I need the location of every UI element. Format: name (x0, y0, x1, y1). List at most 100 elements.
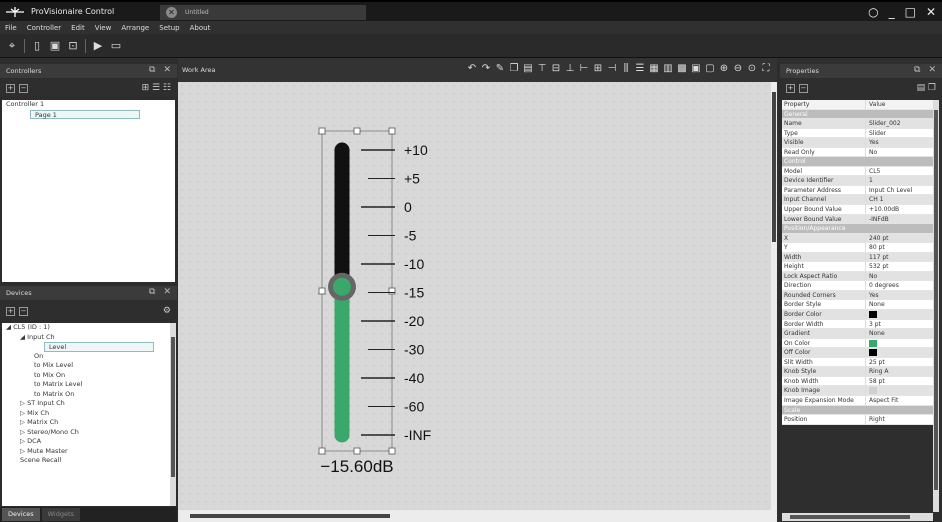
device-tree-item[interactable]: to Matrix On (2, 390, 170, 400)
resize-handle[interactable] (318, 127, 326, 135)
align-bottom-icon[interactable]: ⊥ (565, 62, 575, 75)
property-row[interactable]: X 240 pt (782, 233, 933, 244)
property-value[interactable]: None (866, 300, 933, 309)
property-value[interactable]: Ring A (866, 367, 933, 376)
property-row[interactable]: Lock Aspect Ratio No (782, 271, 933, 282)
device-tree-item[interactable]: ▷ Mix Ch (2, 409, 170, 419)
distribute-h-icon[interactable]: ⫼ (621, 62, 631, 75)
resize-handle[interactable] (318, 287, 326, 295)
copy-icon[interactable]: ❐ (509, 62, 519, 75)
settings-icon[interactable]: ○ (868, 5, 878, 19)
resize-handle[interactable] (353, 447, 361, 455)
resize-handle[interactable] (353, 127, 361, 135)
property-value[interactable]: 1 (866, 176, 933, 185)
undock-icon[interactable]: ⧉ (149, 287, 155, 297)
property-value[interactable]: No (866, 272, 933, 281)
controller-tree-item[interactable]: Controller 1 (2, 100, 175, 110)
play-icon[interactable]: ▶ (92, 39, 104, 52)
property-value[interactable] (866, 339, 933, 348)
close-panel-icon[interactable]: ✕ (928, 65, 936, 75)
same-size-icon[interactable]: ▩ (677, 62, 687, 75)
design-canvas[interactable]: +10 +5 0 -5 -10 -15 -20 -30 -40 -60 -INF −15.60dB (178, 82, 771, 510)
device-tree-item[interactable]: to Mix Level (2, 361, 170, 371)
zoom-out-icon[interactable]: ⊖ (733, 62, 743, 75)
resize-handle[interactable] (388, 127, 396, 135)
zoom-in-icon[interactable]: ⊕ (719, 62, 729, 75)
property-row[interactable]: Knob Width 58 pt (782, 376, 933, 387)
property-row[interactable]: Image Expansion Mode Aspect Fit (782, 395, 933, 406)
property-row[interactable]: Height 532 pt (782, 262, 933, 272)
slider-widget[interactable]: +10 +5 0 -5 -10 -15 -20 -30 -40 -60 -INF −15.60dB (178, 82, 771, 510)
property-row[interactable]: Type Slider (782, 128, 933, 139)
maximize-icon[interactable]: □ (905, 5, 916, 19)
undo-icon[interactable]: ↶ (467, 62, 477, 75)
undock-icon[interactable]: ⧉ (149, 65, 155, 75)
property-value[interactable]: 3 pt (866, 320, 933, 329)
open-file-icon[interactable]: ▣ (49, 39, 61, 52)
property-value[interactable] (866, 310, 933, 319)
undock-icon[interactable]: ⧉ (914, 65, 920, 75)
collapse-all-icon[interactable]: − (19, 83, 28, 93)
zoom-reset-icon[interactable]: ⊙ (747, 62, 757, 75)
new-file-icon[interactable]: ▯ (31, 39, 43, 52)
devices-scrollbar[interactable] (170, 323, 176, 506)
property-row[interactable]: Border Style None (782, 300, 933, 311)
property-row[interactable]: Position Right (782, 415, 933, 425)
device-tree-item[interactable]: On (2, 352, 170, 362)
property-value[interactable]: No (866, 148, 933, 157)
paste-icon[interactable]: ▤ (523, 62, 533, 75)
properties-scrollbar[interactable] (933, 100, 939, 512)
save-icon[interactable]: ⊡ (67, 39, 79, 52)
property-row[interactable]: Border Color (782, 310, 933, 320)
pointer-icon[interactable]: ⌖ (6, 39, 18, 52)
property-row[interactable]: Lower Bound Value -INFdB (782, 214, 933, 225)
property-value[interactable]: 532 pt (866, 262, 933, 271)
property-section[interactable]: Position/Appearance (782, 224, 933, 234)
property-row[interactable]: On Color (782, 338, 933, 349)
copy-properties-icon[interactable]: ▤ ❐ (917, 83, 936, 93)
close-icon[interactable]: ✕ (926, 5, 936, 19)
menu-file[interactable]: File (5, 24, 17, 32)
device-tree-item[interactable]: to Matrix Level (2, 380, 170, 390)
close-panel-icon[interactable]: ✕ (163, 287, 171, 297)
align-center-icon[interactable]: ⊞ (593, 62, 603, 75)
device-tree-item[interactable]: ▷ Matrix Ch (2, 418, 170, 428)
canvas-vertical-scrollbar[interactable] (771, 82, 777, 510)
align-middle-icon[interactable]: ⊟ (551, 62, 561, 75)
property-value[interactable]: Slider (866, 129, 933, 138)
device-tree-item[interactable]: ◢ Input Ch (2, 333, 170, 343)
property-row[interactable]: Slit Width 25 pt (782, 357, 933, 368)
add-controller-icon[interactable]: ⊞ ☰ ☷ (142, 83, 171, 93)
property-row[interactable]: Name Slider_002 (782, 119, 933, 129)
menu-view[interactable]: View (95, 24, 112, 32)
color-swatch[interactable] (869, 311, 877, 319)
property-value[interactable]: None (866, 329, 933, 338)
device-tree-item[interactable]: ▷ ST Input Ch (2, 399, 170, 409)
menu-controller[interactable]: Controller (27, 24, 61, 32)
property-value[interactable]: Input Ch Level (866, 186, 933, 195)
property-value[interactable]: CH 1 (866, 195, 933, 204)
resize-handle[interactable] (318, 447, 326, 455)
edit-icon[interactable]: ✎ (495, 62, 505, 75)
same-height-icon[interactable]: ▥ (663, 62, 673, 75)
color-swatch[interactable] (869, 349, 877, 357)
align-left-icon[interactable]: ⊢ (579, 62, 589, 75)
property-section[interactable]: General (782, 109, 933, 120)
property-row[interactable]: Device Identifier 1 (782, 176, 933, 186)
property-row[interactable]: Knob Image (782, 386, 933, 396)
device-tree-item[interactable]: ▷ Mute Master (2, 447, 170, 457)
device-tree-item[interactable]: Level (44, 342, 154, 352)
canvas-horizontal-scrollbar[interactable] (178, 510, 777, 522)
property-row[interactable]: Knob Style Ring A (782, 367, 933, 377)
expand-all-icon[interactable]: + (6, 83, 15, 93)
property-value[interactable]: 58 pt (866, 377, 933, 386)
group-icon[interactable]: ▣ (691, 62, 701, 75)
property-value[interactable]: 0 degrees (866, 281, 933, 290)
property-value[interactable]: 240 pt (866, 234, 933, 243)
resize-handle[interactable] (388, 287, 396, 295)
property-row[interactable]: Parameter Address Input Ch Level (782, 185, 933, 196)
ungroup-icon[interactable]: ▢ (705, 62, 715, 75)
expand-all-icon[interactable]: + (786, 83, 795, 93)
align-right-icon[interactable]: ⊣ (607, 62, 617, 75)
property-value[interactable]: Aspect Fit (866, 396, 933, 405)
